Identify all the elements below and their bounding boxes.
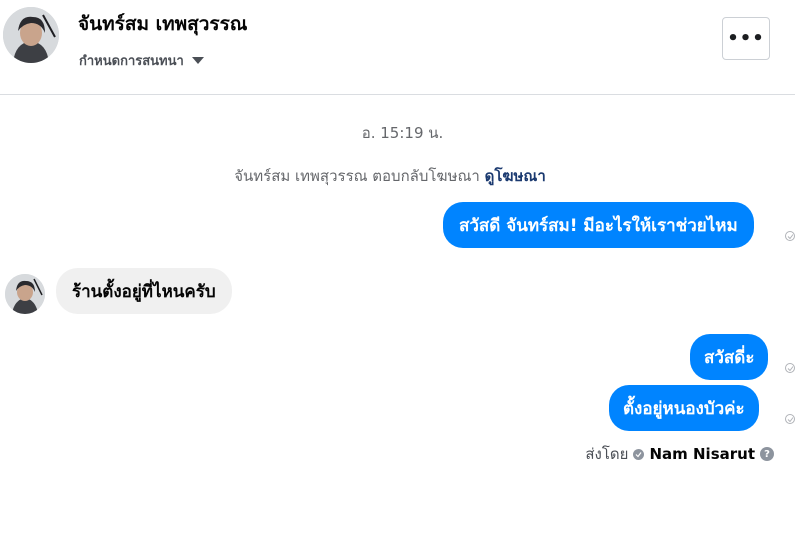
conversation-header: จันทร์สม เทพสุวรรณ กำหนดการสนทนา ••• [0,0,795,95]
help-icon[interactable]: ? [760,447,774,461]
ad-reply-note: จันทร์สม เทพสุวรรณ ตอบกลับโฆษณา ดูโฆษณา [0,164,780,188]
sent-by-footer: ส่งโดย Nam Nisarut ? [585,442,774,466]
delivered-check-icon [785,414,795,424]
sent-by-label: ส่งโดย [585,445,629,463]
ad-reply-text: จันทร์สม เทพสุวรรณ ตอบกลับโฆษณา [234,167,480,185]
contact-name: จันทร์สม เทพสุวรรณ [78,13,248,35]
thread-timestamp: อ. 15:19 น. [361,124,444,142]
delivered-check-icon [785,231,795,241]
sender-name[interactable]: Nam Nisarut [649,445,755,463]
message-bubble-outgoing[interactable]: สวัสดี จันทร์สม! มีอะไรให้เราช่วยไหม [443,202,754,248]
message-bubble-outgoing[interactable]: ตั้งอยู่หนองบัวค่ะ [609,385,759,431]
more-options-button[interactable]: ••• [722,17,770,60]
contact-avatar-small[interactable] [5,274,45,314]
delivered-check-icon [785,363,795,373]
caret-down-icon [191,57,204,64]
manage-conversation-dropdown[interactable]: กำหนดการสนทนา [79,50,204,71]
verified-check-icon [633,448,645,460]
manage-conversation-label: กำหนดการสนทนา [79,54,184,69]
contact-avatar[interactable] [3,7,59,63]
message-bubble-incoming[interactable]: ร้านตั้งอยู่ที่ไหนครับ [56,268,232,314]
view-ad-link[interactable]: ดูโฆษณา [485,167,546,185]
message-bubble-outgoing[interactable]: สวัสดี่ะ [690,334,769,380]
